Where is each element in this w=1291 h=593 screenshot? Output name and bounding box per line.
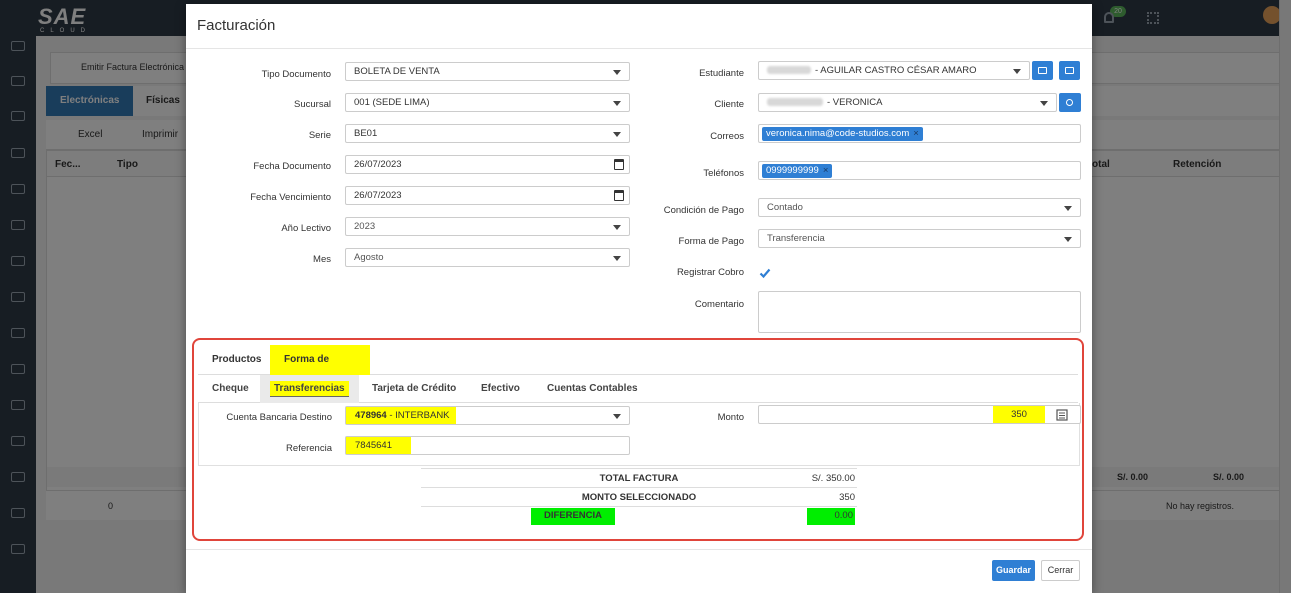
bank-name: - INTERBANK xyxy=(386,410,450,421)
correos-input[interactable]: veronica.nima@code-studios.com × xyxy=(758,124,1081,143)
summary-monto-seleccionado: MONTO SELECCIONADO 350 xyxy=(421,487,857,506)
condicion-pago-label: Condición de Pago xyxy=(663,205,744,216)
monto-value: 350 xyxy=(993,406,1045,423)
monto-input[interactable]: 350 xyxy=(758,405,1081,424)
tab-forma-de-pago[interactable]: Forma de Pago xyxy=(270,345,370,395)
phone-tag-label: 0999999999 xyxy=(766,165,819,176)
redacted-code xyxy=(767,66,811,75)
comentario-label: Comentario xyxy=(694,299,744,310)
monto-label: Monto xyxy=(717,412,744,423)
tipo-documento-select[interactable]: BOLETA DE VENTA xyxy=(345,62,630,81)
summary-total-factura: TOTAL FACTURA S/. 350.00 xyxy=(421,468,857,487)
forma-pago-label: Forma de Pago xyxy=(678,236,744,247)
total-factura-label: TOTAL FACTURA xyxy=(599,473,679,484)
chevron-down-icon xyxy=(1064,206,1072,211)
diferencia-label: DIFERENCIA xyxy=(531,508,615,525)
cuenta-bancaria-select[interactable]: 478964 - INTERBANK xyxy=(345,406,630,425)
sucursal-label: Sucursal xyxy=(294,99,331,110)
cliente-value: - VERONICA xyxy=(827,97,883,108)
mes-value: Agosto xyxy=(354,252,384,263)
fecha-documento-input[interactable]: 26/07/2023 xyxy=(345,155,630,174)
facturacion-modal: Facturación Tipo Documento BOLETA DE VEN… xyxy=(186,4,1092,593)
cuenta-bancaria-value: 478964 - INTERBANK xyxy=(346,407,456,424)
serie-value: BE01 xyxy=(354,128,378,139)
chevron-down-icon xyxy=(1013,69,1021,74)
tab-tarjeta-credito[interactable]: Tarjeta de Crédito xyxy=(360,375,468,403)
close-icon[interactable]: × xyxy=(823,165,829,176)
tab-efectivo[interactable]: Efectivo xyxy=(469,375,532,403)
monto-seleccionado-label: MONTO SELECCIONADO xyxy=(581,492,697,503)
mes-label: Mes xyxy=(313,254,331,265)
estudiante-value: - AGUILAR CASTRO CÉSAR AMARO xyxy=(815,65,977,76)
telefonos-input[interactable]: 0999999999 × xyxy=(758,161,1081,180)
tab-cheque[interactable]: Cheque xyxy=(200,375,261,403)
registrar-cobro-checkbox[interactable] xyxy=(759,267,771,279)
chevron-down-icon xyxy=(1040,101,1048,106)
close-icon[interactable]: × xyxy=(913,128,919,139)
telefonos-label: Teléfonos xyxy=(703,168,744,179)
student-card-button[interactable] xyxy=(1032,61,1053,80)
tab-transferencias-label: Transferencias xyxy=(270,381,349,397)
estudiante-label: Estudiante xyxy=(699,68,744,79)
tab-productos[interactable]: Productos xyxy=(198,345,275,375)
serie-select[interactable]: BE01 xyxy=(345,124,630,143)
summary-diferencia: DIFERENCIA 0.00 xyxy=(421,506,857,525)
cliente-select[interactable]: - VERONICA xyxy=(758,93,1057,112)
comentario-textarea[interactable] xyxy=(758,291,1081,333)
chevron-down-icon xyxy=(613,256,621,261)
monto-seleccionado-value: 350 xyxy=(839,492,855,503)
correos-label: Correos xyxy=(710,131,744,142)
anio-lectivo-label: Año Lectivo xyxy=(281,223,331,234)
referencia-value: 7845641 xyxy=(346,437,411,454)
tab-cuentas-contables[interactable]: Cuentas Contables xyxy=(535,375,650,403)
cuenta-bancaria-label: Cuenta Bancaria Destino xyxy=(226,412,332,423)
registrar-cobro-label: Registrar Cobro xyxy=(676,267,744,278)
phone-tag[interactable]: 0999999999 × xyxy=(762,164,833,178)
referencia-label: Referencia xyxy=(286,443,332,454)
cerrar-button[interactable]: Cerrar xyxy=(1041,560,1080,581)
calendar-icon[interactable] xyxy=(614,190,624,201)
fecha-vencimiento-input[interactable]: 26/07/2023 xyxy=(345,186,630,205)
payment-subtabs: Cheque Transferencias Tarjeta de Crédito… xyxy=(198,375,1078,403)
main-tabs: Productos Forma de Pago xyxy=(198,345,1078,395)
email-tag-label: veronica.nima@code-studios.com xyxy=(766,128,910,139)
email-tag[interactable]: veronica.nima@code-studios.com × xyxy=(762,127,923,141)
sucursal-value: 001 (SEDE LIMA) xyxy=(354,97,430,108)
mes-select[interactable]: Agosto xyxy=(345,248,630,267)
condicion-pago-value: Contado xyxy=(767,202,803,213)
student-detail-button[interactable] xyxy=(1059,61,1080,80)
forma-pago-select[interactable]: Transferencia xyxy=(758,229,1081,248)
redacted-code xyxy=(767,98,823,107)
condicion-pago-select[interactable]: Contado xyxy=(758,198,1081,217)
cliente-label: Cliente xyxy=(714,99,744,110)
guardar-button[interactable]: Guardar xyxy=(992,560,1035,581)
divider xyxy=(186,549,1092,550)
estudiante-select[interactable]: - AGUILAR CASTRO CÉSAR AMARO xyxy=(758,61,1030,80)
fecha-vencimiento-value: 26/07/2023 xyxy=(354,190,402,201)
account-number: 478964 xyxy=(355,410,387,421)
anio-lectivo-value: 2023 xyxy=(354,221,376,232)
calculator-icon[interactable] xyxy=(1056,409,1070,421)
total-factura-value: S/. 350.00 xyxy=(811,473,855,484)
tab-transferencias[interactable]: Transferencias xyxy=(260,375,359,403)
referencia-input[interactable]: 7845641 xyxy=(345,436,630,455)
anio-lectivo-select[interactable]: 2023 xyxy=(345,217,630,236)
chevron-down-icon xyxy=(1064,237,1072,242)
sucursal-select[interactable]: 001 (SEDE LIMA) xyxy=(345,93,630,112)
fecha-documento-value: 26/07/2023 xyxy=(354,159,402,170)
user-button[interactable] xyxy=(1059,93,1081,112)
tipo-documento-value: BOLETA DE VENTA xyxy=(354,66,440,77)
diferencia-value: 0.00 xyxy=(807,508,855,525)
forma-pago-value: Transferencia xyxy=(767,233,825,244)
serie-label: Serie xyxy=(308,130,331,141)
modal-title: Facturación xyxy=(197,17,276,34)
tipo-documento-label: Tipo Documento xyxy=(261,69,331,80)
divider xyxy=(186,48,1092,49)
fecha-vencimiento-label: Fecha Vencimiento xyxy=(250,192,331,203)
fecha-documento-label: Fecha Documento xyxy=(253,161,331,172)
chevron-down-icon xyxy=(613,225,621,230)
